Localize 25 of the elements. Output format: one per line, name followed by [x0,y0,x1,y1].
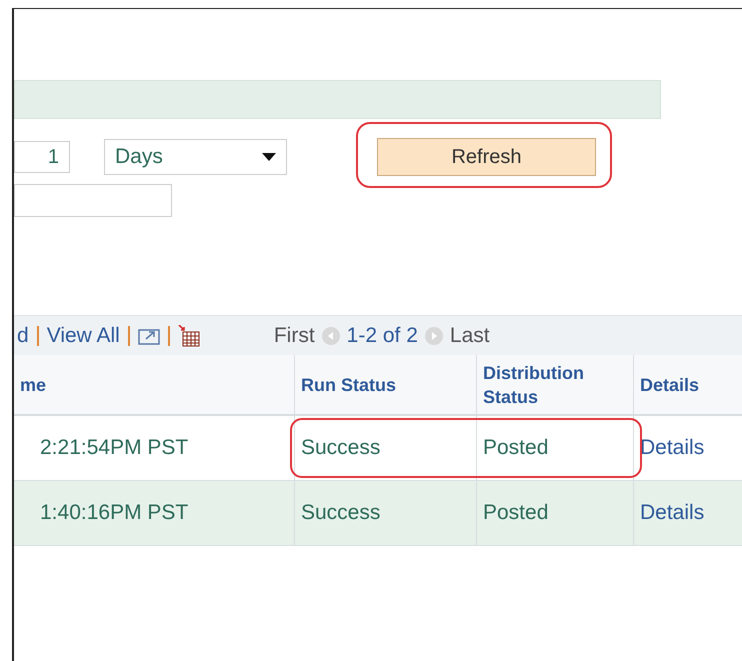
last-label: Last [450,322,490,349]
next-icon[interactable] [424,326,444,346]
details-link[interactable]: Details [633,416,742,481]
time-cell: 1:40:16PM PST [14,481,294,546]
column-header: Distribution Status [476,355,633,416]
run-status-cell: Success [294,481,476,546]
column-header: Details [633,355,742,416]
number-field[interactable]: 1 [14,141,70,173]
unit-select[interactable]: Days [104,139,287,175]
distribution-status-cell: Posted [476,416,633,481]
find-link[interactable]: d [17,320,29,352]
view-all-link[interactable]: View All [46,320,120,352]
refresh-button[interactable]: Refresh [377,138,596,176]
distribution-status-cell: Posted [476,481,633,546]
dropdown-caret-icon [262,153,276,161]
previous-icon[interactable] [320,326,341,346]
spreadsheet-icon[interactable] [178,324,200,346]
page-range: 1-2 of 2 [346,322,418,349]
column-header: Run Status [294,355,476,416]
run-status-cell: Success [294,416,476,481]
first-label: First [274,322,315,349]
details-link[interactable]: Details [633,481,742,546]
column-header: me [14,355,294,416]
text-field[interactable] [14,184,172,217]
zoom-window-icon[interactable] [138,326,160,344]
